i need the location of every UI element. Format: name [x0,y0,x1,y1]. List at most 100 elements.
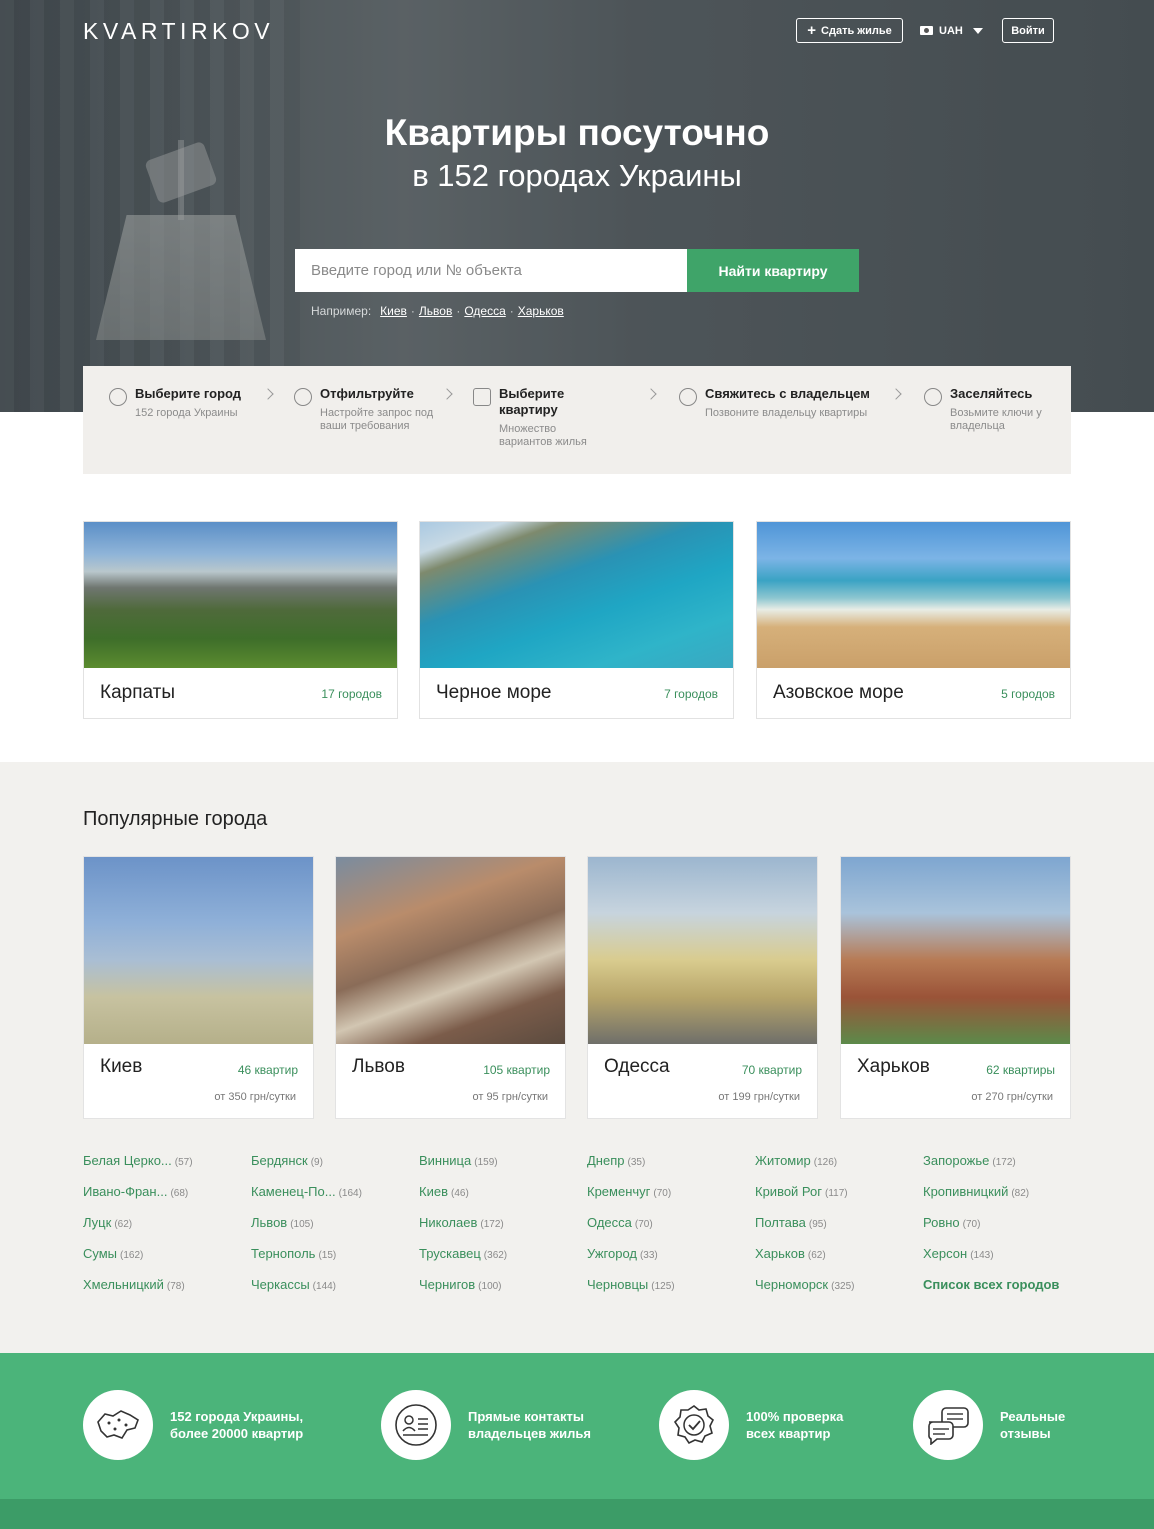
city-list-count: (68) [170,1188,189,1199]
city-photo [336,857,565,1044]
example-link-lviv[interactable]: Львов [419,304,452,318]
city-count: 70 квартир [741,1063,802,1077]
city-list-link[interactable]: Луцк (62) [83,1215,132,1230]
find-apartment-button[interactable]: Найти квартиру [687,249,859,292]
city-list-name: Ровно [923,1215,960,1230]
city-list-count: (159) [474,1157,498,1168]
example-link-kiev[interactable]: Киев [380,304,407,318]
city-card-lviv[interactable]: Львов 105 квартир от 95 грн/сутки [335,856,566,1119]
city-list-count: (172) [480,1219,504,1230]
city-list-link[interactable]: Житомир (126) [755,1153,837,1168]
city-list-count: (15) [318,1250,337,1261]
region-photo [420,522,733,668]
city-list-link[interactable]: Тернополь (15) [251,1246,336,1261]
city-card-kiev[interactable]: Киев 46 квартир от 350 грн/сутки [83,856,314,1119]
feature-verification: 100% проверка всех квартир [659,1390,843,1460]
city-list-link[interactable]: Трускавец (362) [419,1246,507,1261]
city-list-name: Хмельницкий [83,1277,164,1292]
city-card-odessa[interactable]: Одесса 70 квартир от 199 грн/сутки [587,856,818,1119]
reviews-chat-icon [913,1390,983,1460]
plus-icon: + [807,22,817,39]
step-desc: 152 города Украины [135,407,238,419]
city-list-link[interactable]: Черкассы (144) [251,1277,336,1292]
city-card-kharkiv[interactable]: Харьков 62 квартиры от 270 грн/сутки [840,856,1071,1119]
city-list-count: (143) [970,1250,994,1261]
region-card-azov-sea[interactable]: Азовское море 5 городов [756,521,1071,719]
city-list-count: (35) [627,1157,646,1168]
hero-title: Квартиры посуточно [384,112,770,153]
city-name: Одесса [604,1056,670,1077]
example-link-kharkiv[interactable]: Харьков [518,304,564,318]
step-contact-owner: Свяжитесь с владельцем Позвоните владель… [679,386,889,420]
city-list-link[interactable]: Николаев (172) [419,1215,504,1230]
all-cities-link[interactable]: Список всех городов [923,1277,1059,1292]
footer-strip [0,1499,1154,1529]
how-it-works-steps: Выберите город 152 города Украины Отфиль… [83,366,1071,474]
region-name: Карпаты [100,682,175,703]
city-list-link[interactable]: Черноморск (325) [755,1277,854,1292]
city-count: 105 квартир [483,1063,550,1077]
city-list-name: Кривой Рог [755,1184,822,1199]
city-list-link[interactable]: Хмельницкий (78) [83,1277,185,1292]
city-list-link[interactable]: Ужгород (33) [587,1246,658,1261]
city-list-link[interactable]: Львов (105) [251,1215,314,1230]
feature-line2: всех квартир [746,1426,831,1441]
region-count: 7 городов [664,687,718,701]
city-list-name: Херсон [923,1246,968,1261]
city-list-link[interactable]: Днепр (35) [587,1153,645,1168]
city-list-link[interactable]: Бердянск (9) [251,1153,323,1168]
city-list-count: (164) [338,1188,362,1199]
city-list-count: (117) [825,1188,848,1199]
example-link-odessa[interactable]: Одесса [464,304,505,318]
city-list-name: Тернополь [251,1246,316,1261]
feature-line2: отзывы [1000,1426,1051,1441]
hero-banner [0,0,1154,412]
city-list-link[interactable]: Ивано-Фран... (68) [83,1184,188,1199]
city-list-link[interactable]: Кривой Рог (117) [755,1184,848,1199]
city-list-name: Сумы [83,1246,118,1261]
city-list-link[interactable]: Черновцы (125) [587,1277,675,1292]
city-list-link[interactable]: Белая Церко... (57) [83,1153,193,1168]
city-list-count: (57) [174,1157,193,1168]
step-desc: Настройте запрос под ваши требования [320,407,434,432]
step-title: Выберите город [135,386,242,401]
city-list-link[interactable]: Сумы (162) [83,1246,143,1261]
site-logo[interactable]: KVARTIRKOV [83,18,274,45]
city-list-name: Днепр [587,1153,625,1168]
city-list-link[interactable]: Каменец-По... (164) [251,1184,362,1199]
hero-subtitle: в 152 городах Украины [412,158,742,193]
city-list-count: (62) [114,1219,133,1230]
city-list-link[interactable]: Одесса (70) [587,1215,653,1230]
feature-line1: Реальные [1000,1409,1066,1424]
city-list-link[interactable]: Полтава (95) [755,1215,827,1230]
city-list-row: Хмельницкий (78) Черкассы (144) Чернигов (100… [83,1277,1083,1297]
city-list-link[interactable]: Киев (46) [419,1184,469,1199]
city-list-link[interactable]: Винница (159) [419,1153,498,1168]
separator: · [509,304,514,318]
login-button[interactable]: Войти [1002,18,1054,43]
city-list-link[interactable]: Кропивницкий (82) [923,1184,1029,1199]
region-card-black-sea[interactable]: Черное море 7 городов [419,521,734,719]
city-photo [588,857,817,1044]
chevron-right-icon [890,388,902,400]
city-search-input[interactable] [295,249,687,292]
region-card-carpathians[interactable]: Карпаты 17 городов [83,521,398,719]
step-title: Выберите квартиру [499,386,565,417]
feature-line1: 100% проверка [746,1409,844,1424]
city-list-link[interactable]: Ровно (70) [923,1215,980,1230]
city-list-link[interactable]: Харьков (62) [755,1246,826,1261]
ukraine-map-icon [83,1390,153,1460]
money-icon [920,26,933,35]
city-list-name: Николаев [419,1215,478,1230]
city-list-link[interactable]: Кременчуг (70) [587,1184,671,1199]
city-list-link[interactable]: Херсон (143) [923,1246,994,1261]
city-list-count: (126) [813,1157,838,1168]
city-list-name: Львов [251,1215,288,1230]
currency-selector[interactable]: UAH [920,18,983,43]
city-list-link[interactable]: Запорожье (172) [923,1153,1016,1168]
feature-cities: 152 города Украины, более 20000 квартир [83,1390,303,1460]
rent-out-button[interactable]: + Сдать жилье [796,18,903,43]
city-list-link[interactable]: Чернигов (100) [419,1277,502,1292]
region-name: Черное море [436,682,552,703]
city-list-count: (70) [962,1219,981,1230]
